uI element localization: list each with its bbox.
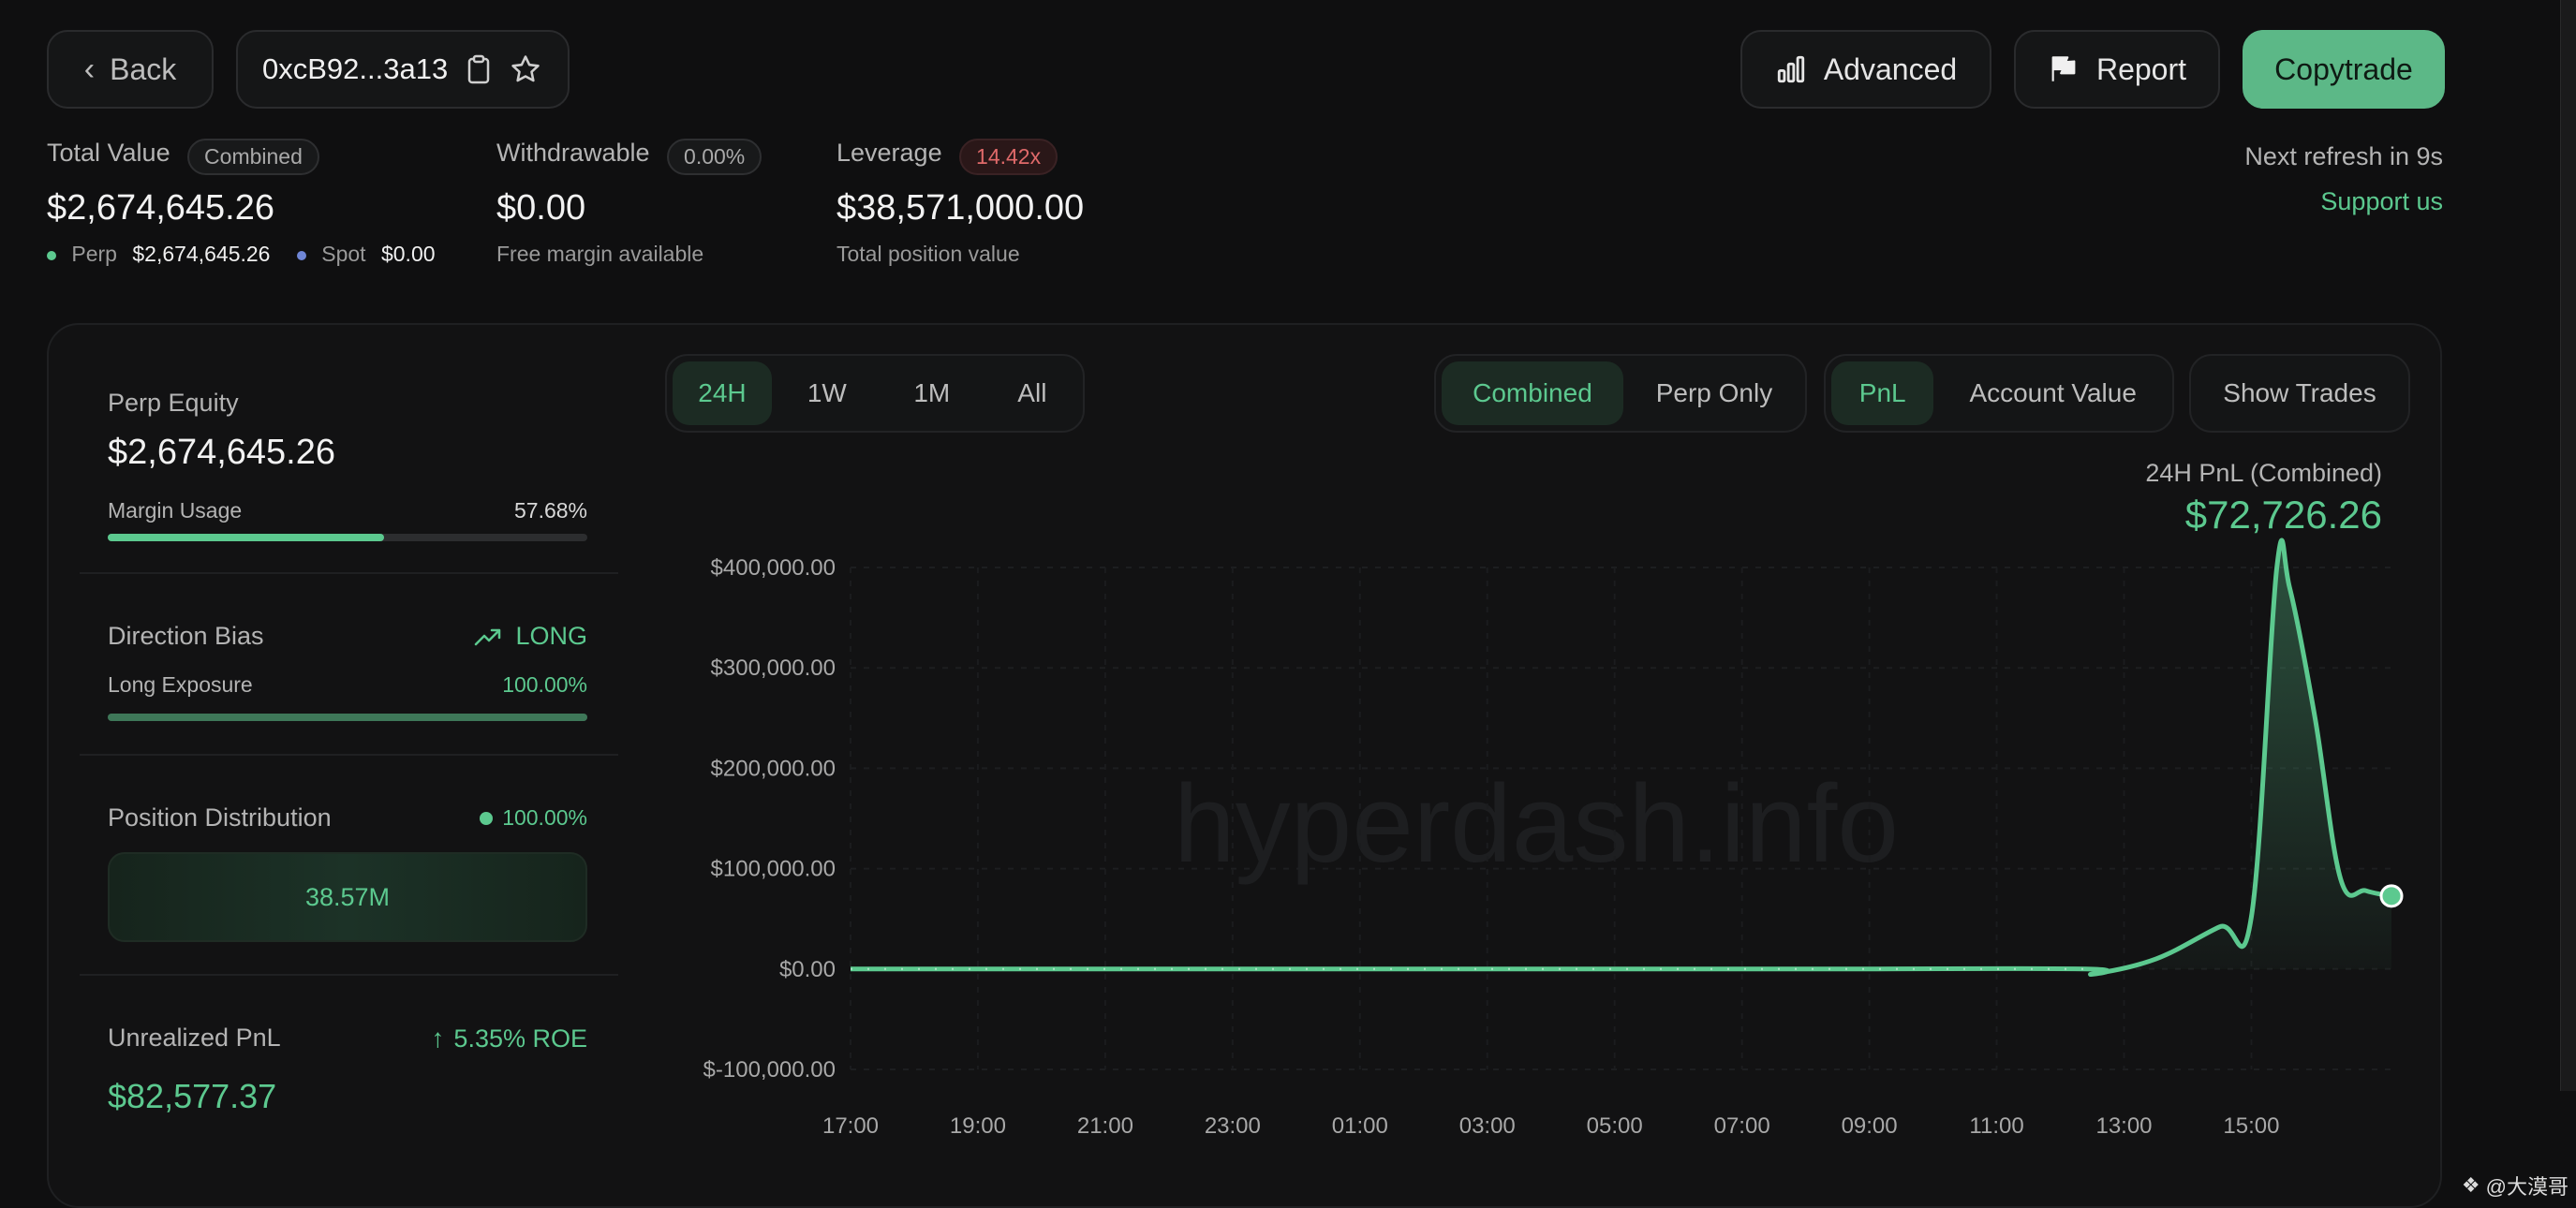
x-tick-label: 07:00	[1714, 1113, 1770, 1139]
x-tick-label: 17:00	[822, 1113, 879, 1139]
y-tick-label: $200,000.00	[711, 756, 836, 781]
x-tick-label: 19:00	[950, 1113, 1006, 1139]
pnl-chart: hyperdash.info $400,000.00 $300,000.00 $20…	[703, 538, 2404, 1139]
x-tick-label: 23:00	[1205, 1113, 1261, 1139]
x-tick-label: 15:00	[2223, 1113, 2279, 1139]
watermark: hyperdash.info	[1174, 762, 1899, 886]
pnl-end-point[interactable]	[2379, 884, 2404, 908]
pnl-line	[851, 538, 2392, 977]
y-tick-label: $100,000.00	[711, 857, 836, 882]
x-tick-label: 05:00	[1587, 1113, 1643, 1139]
x-tick-label: 11:00	[1969, 1113, 2023, 1139]
x-tick-label: 13:00	[2095, 1113, 2152, 1139]
x-tick-label: 21:00	[1077, 1113, 1133, 1139]
y-tick-label: $0.00	[779, 957, 836, 982]
y-tick-label: $-100,000.00	[703, 1057, 836, 1083]
x-tick-label: 09:00	[1842, 1113, 1898, 1139]
footer-credit-text: @大漠哥	[2485, 1175, 2569, 1199]
x-tick-label: 03:00	[1459, 1113, 1516, 1139]
pnl-area	[851, 539, 2391, 975]
diamond-logo-icon: ❖	[2461, 1173, 2480, 1197]
footer-credit: ❖ @大漠哥	[2462, 1171, 2569, 1201]
y-tick-label: $400,000.00	[711, 555, 836, 581]
y-tick-label: $300,000.00	[711, 656, 836, 681]
x-tick-label: 01:00	[1332, 1113, 1388, 1139]
scrollbar[interactable]	[2560, 0, 2576, 1091]
